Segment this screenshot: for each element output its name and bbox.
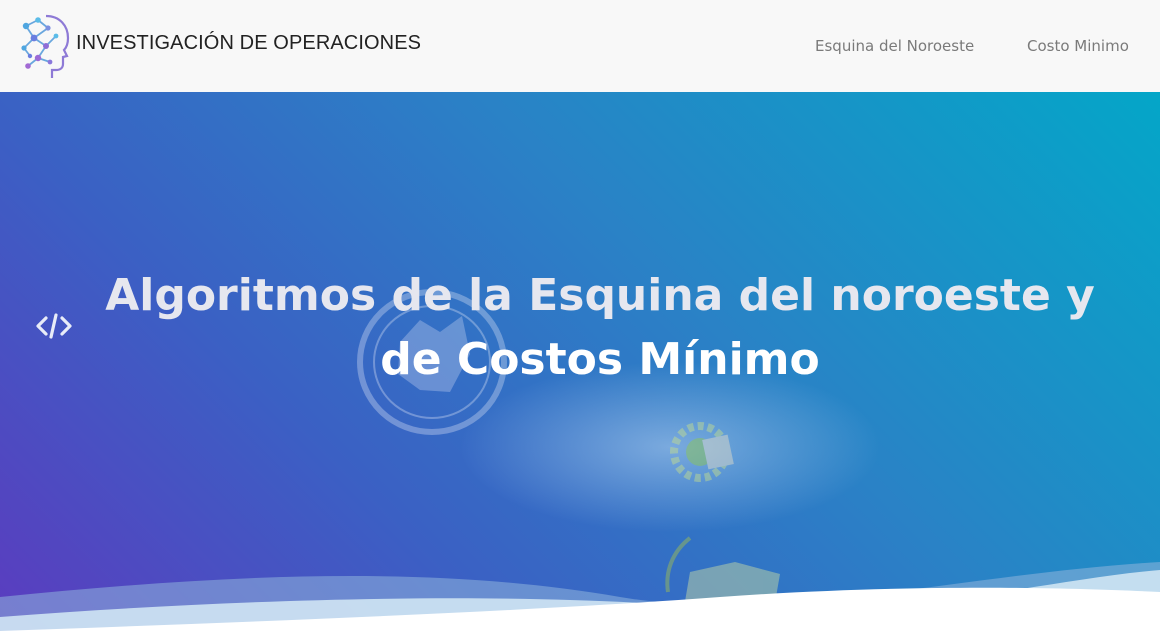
navbar: INVESTIGACIÓN DE OPERACIONES Esquina del…	[0, 0, 1160, 92]
nav-link-costo-minimo[interactable]: Costo Minimo	[1027, 37, 1129, 55]
hero-title: Algoritmos de la Esquina del noroeste y …	[60, 264, 1140, 392]
hero-banner: Algoritmos de la Esquina del noroeste y …	[0, 92, 1160, 631]
hero-title-line-2: de Costos Mínimo	[380, 334, 820, 385]
brand-title: INVESTIGACIÓN DE OPERACIONES	[76, 32, 422, 54]
ai-head-network-icon	[21, 14, 70, 78]
brand-link[interactable]: INVESTIGACIÓN DE OPERACIONES	[20, 12, 421, 80]
nav-link-esquina-noroeste[interactable]: Esquina del Noroeste	[815, 37, 974, 55]
hero-title-line-1: Algoritmos de la Esquina del noroeste y	[105, 270, 1095, 321]
